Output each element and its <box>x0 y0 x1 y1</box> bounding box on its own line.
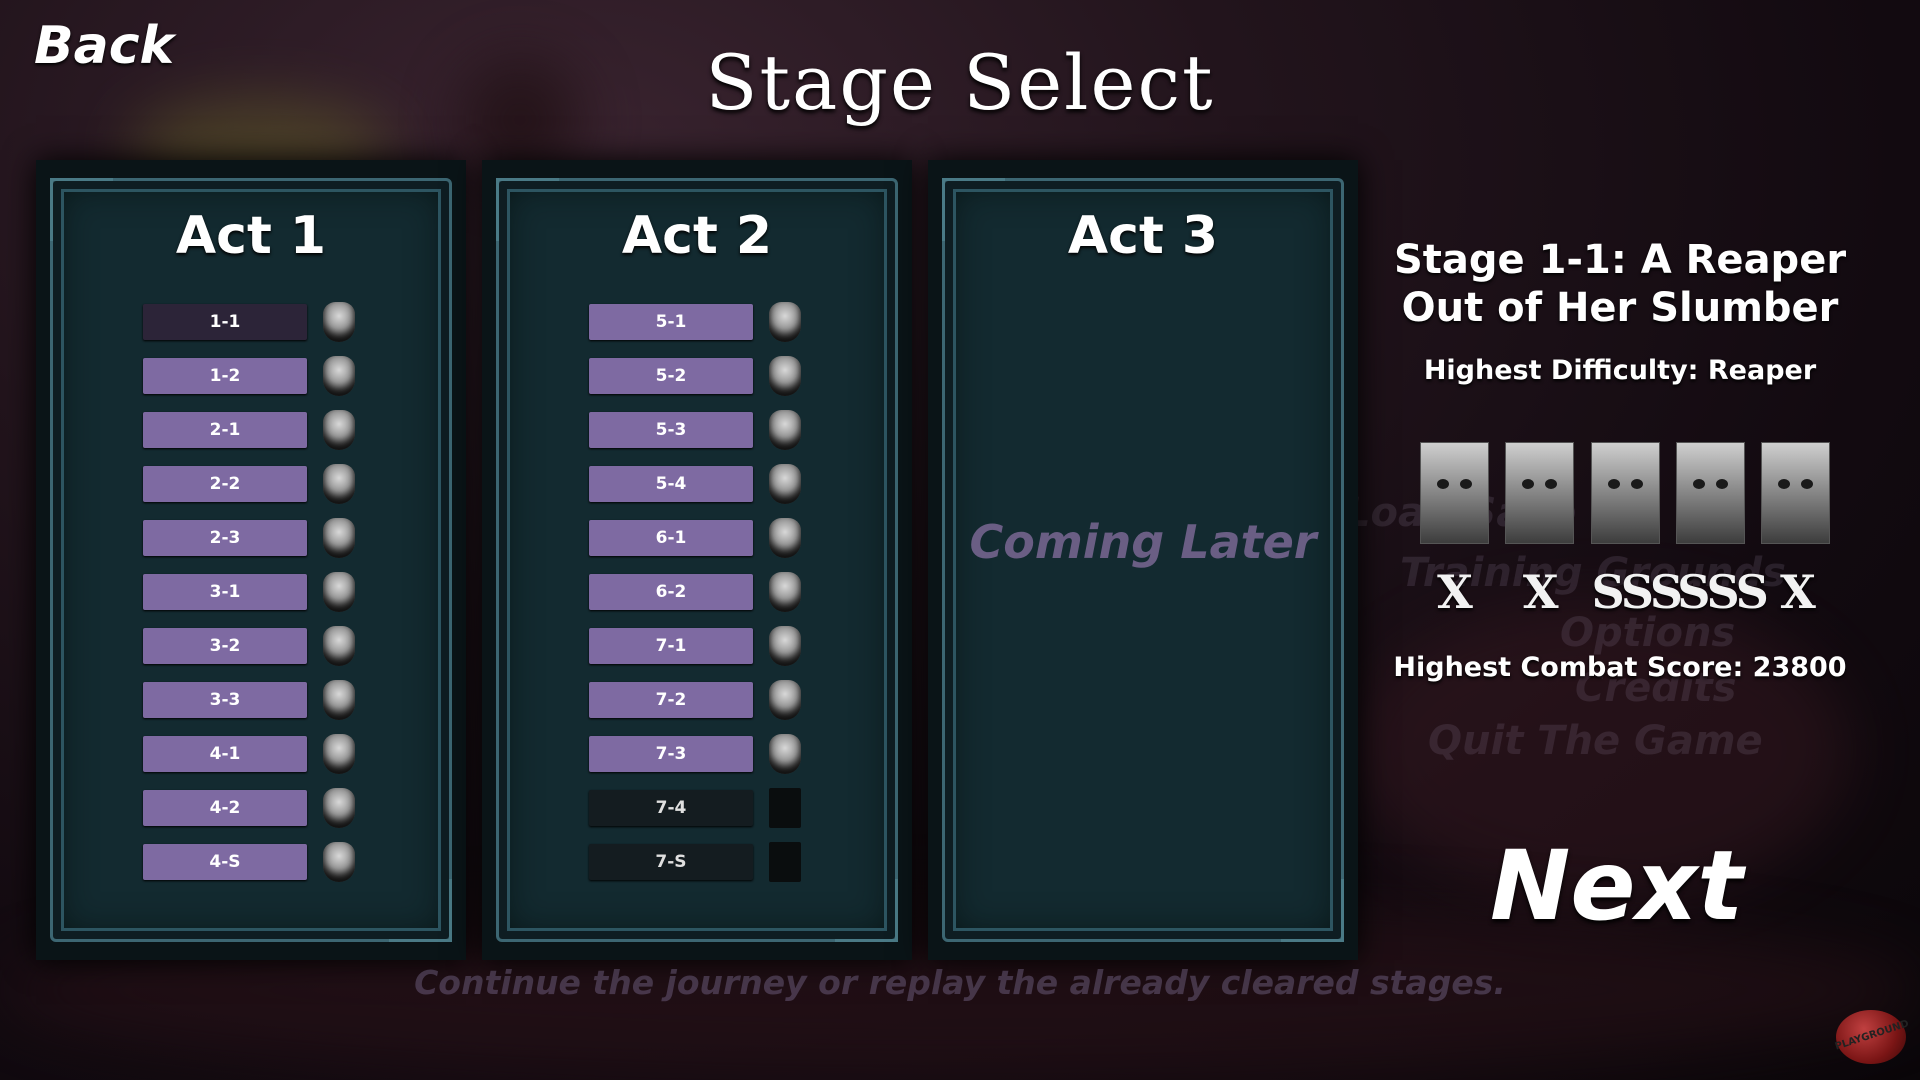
stage-button-3-3[interactable]: 3-3 <box>143 682 307 718</box>
difficulty-2-face <box>1505 442 1575 544</box>
stage-row: 4-2 <box>143 781 466 835</box>
reaper-mask-icon <box>769 464 801 504</box>
stage-button-2-2[interactable]: 2-2 <box>143 466 307 502</box>
reaper-mask-icon <box>769 518 801 558</box>
stage-row: 2-2 <box>143 457 466 511</box>
act-1-stage-list: 1-1 1-2 2-1 2-2 2-3 3-1 3-2 3-3 4-1 4-2 4-S <box>36 295 466 889</box>
stage-button-7-2[interactable]: 7-2 <box>589 682 753 718</box>
rank-2: X <box>1522 565 1559 619</box>
reaper-mask-icon <box>323 518 355 558</box>
reaper-mask-icon <box>323 302 355 342</box>
act-2-stage-list: 5-1 5-2 5-3 5-4 6-1 6-2 7-1 7-2 7-3 7-4 7-S <box>482 295 912 889</box>
page-title: Stage Select <box>705 38 1215 127</box>
stage-button-7-4: 7-4 <box>589 790 753 826</box>
stage-row: 4-1 <box>143 727 466 781</box>
reaper-mask-icon <box>323 734 355 774</box>
stage-button-7-1[interactable]: 7-1 <box>589 628 753 664</box>
act-1-title: Act 1 <box>175 206 327 266</box>
empty-slot <box>769 842 801 882</box>
stage-button-1-2[interactable]: 1-2 <box>143 358 307 394</box>
empty-slot <box>769 788 801 828</box>
stage-button-4-2[interactable]: 4-2 <box>143 790 307 826</box>
act-1-panel: Act 1 1-1 1-2 2-1 2-2 2-3 3-1 3-2 3-3 4-1 4-2 4-S <box>36 160 466 960</box>
difficulty-faces <box>1420 442 1830 544</box>
reaper-mask-icon <box>323 410 355 450</box>
stage-row: 7-3 <box>589 727 912 781</box>
stage-row: 6-1 <box>589 511 912 565</box>
stage-row: 5-2 <box>589 349 912 403</box>
act-2-title: Act 2 <box>621 206 773 266</box>
highest-combat-score: Highest Combat Score: 23800 <box>1393 652 1847 683</box>
stage-row: 2-3 <box>143 511 466 565</box>
reaper-mask-icon <box>323 572 355 612</box>
stage-button-5-4[interactable]: 5-4 <box>589 466 753 502</box>
reaper-mask-icon <box>323 680 355 720</box>
reaper-mask-icon <box>769 302 801 342</box>
reaper-mask-icon <box>769 626 801 666</box>
stage-button-7-s: 7-S <box>589 844 753 880</box>
reaper-mask-icon <box>323 788 355 828</box>
hint-text: Continue the journey or replay the alrea… <box>414 963 1506 1002</box>
stage-button-5-3[interactable]: 5-3 <box>589 412 753 448</box>
stage-row: 2-1 <box>143 403 466 457</box>
background-menu-quit: Quit The Game <box>1428 718 1763 764</box>
reaper-mask-icon <box>769 410 801 450</box>
stage-row: 5-4 <box>589 457 912 511</box>
stage-button-4-1[interactable]: 4-1 <box>143 736 307 772</box>
stage-row: 7-2 <box>589 673 912 727</box>
highest-difficulty-label: Highest Difficulty: Reaper <box>1423 355 1817 386</box>
stage-button-3-1[interactable]: 3-1 <box>143 574 307 610</box>
act-3-panel: Act 3 Coming Later <box>928 160 1358 960</box>
reaper-mask-icon <box>323 464 355 504</box>
coming-later-label: Coming Later <box>969 515 1317 569</box>
reaper-mask-icon <box>323 356 355 396</box>
stage-button-3-2[interactable]: 3-2 <box>143 628 307 664</box>
next-button[interactable]: Next <box>1490 830 1743 942</box>
stage-button-2-1[interactable]: 2-1 <box>143 412 307 448</box>
rank-5: X <box>1780 565 1816 619</box>
stage-row: 3-1 <box>143 565 466 619</box>
difficulty-4-face <box>1675 442 1745 544</box>
reaper-mask-icon <box>323 842 355 882</box>
rank-4: SSS <box>1677 565 1769 619</box>
stage-row: 5-1 <box>589 295 912 349</box>
stage-button-5-2[interactable]: 5-2 <box>589 358 753 394</box>
stage-button-1-1[interactable]: 1-1 <box>143 304 307 340</box>
rank-3: SSS <box>1591 565 1684 619</box>
stage-row: 7-S <box>589 835 912 889</box>
stage-button-6-2[interactable]: 6-2 <box>589 574 753 610</box>
difficulty-1-face <box>1420 442 1489 544</box>
difficulty-3-face <box>1590 442 1660 544</box>
reaper-mask-icon <box>769 680 801 720</box>
stage-button-6-1[interactable]: 6-1 <box>589 520 753 556</box>
stage-row: 3-3 <box>143 673 466 727</box>
act-3-title: Act 3 <box>1067 206 1219 266</box>
stage-row: 5-3 <box>589 403 912 457</box>
reaper-mask-icon <box>769 734 801 774</box>
stage-row: 7-1 <box>589 619 912 673</box>
stage-row: 3-2 <box>143 619 466 673</box>
reaper-mask-icon <box>323 626 355 666</box>
stage-row: 4-S <box>143 835 466 889</box>
stage-button-4-s[interactable]: 4-S <box>143 844 307 880</box>
difficulty-5-face <box>1761 442 1830 544</box>
stage-row: 1-1 <box>143 295 466 349</box>
stage-button-7-3[interactable]: 7-3 <box>589 736 753 772</box>
stage-button-5-1[interactable]: 5-1 <box>589 304 753 340</box>
stage-info-title: Stage 1-1: A Reaper Out of Her Slumber <box>1393 237 1847 331</box>
stage-row: 7-4 <box>589 781 912 835</box>
act-2-panel: Act 2 5-1 5-2 5-3 5-4 6-1 6-2 7-1 7-2 7-3 7-4 7-S <box>482 160 912 960</box>
stage-row: 6-2 <box>589 565 912 619</box>
stage-row: 1-2 <box>143 349 466 403</box>
rank-1: X <box>1437 565 1473 619</box>
reaper-mask-icon <box>769 356 801 396</box>
difficulty-ranks: X X SSS SSS X <box>1420 565 1830 619</box>
stage-button-2-3[interactable]: 2-3 <box>143 520 307 556</box>
reaper-mask-icon <box>769 572 801 612</box>
